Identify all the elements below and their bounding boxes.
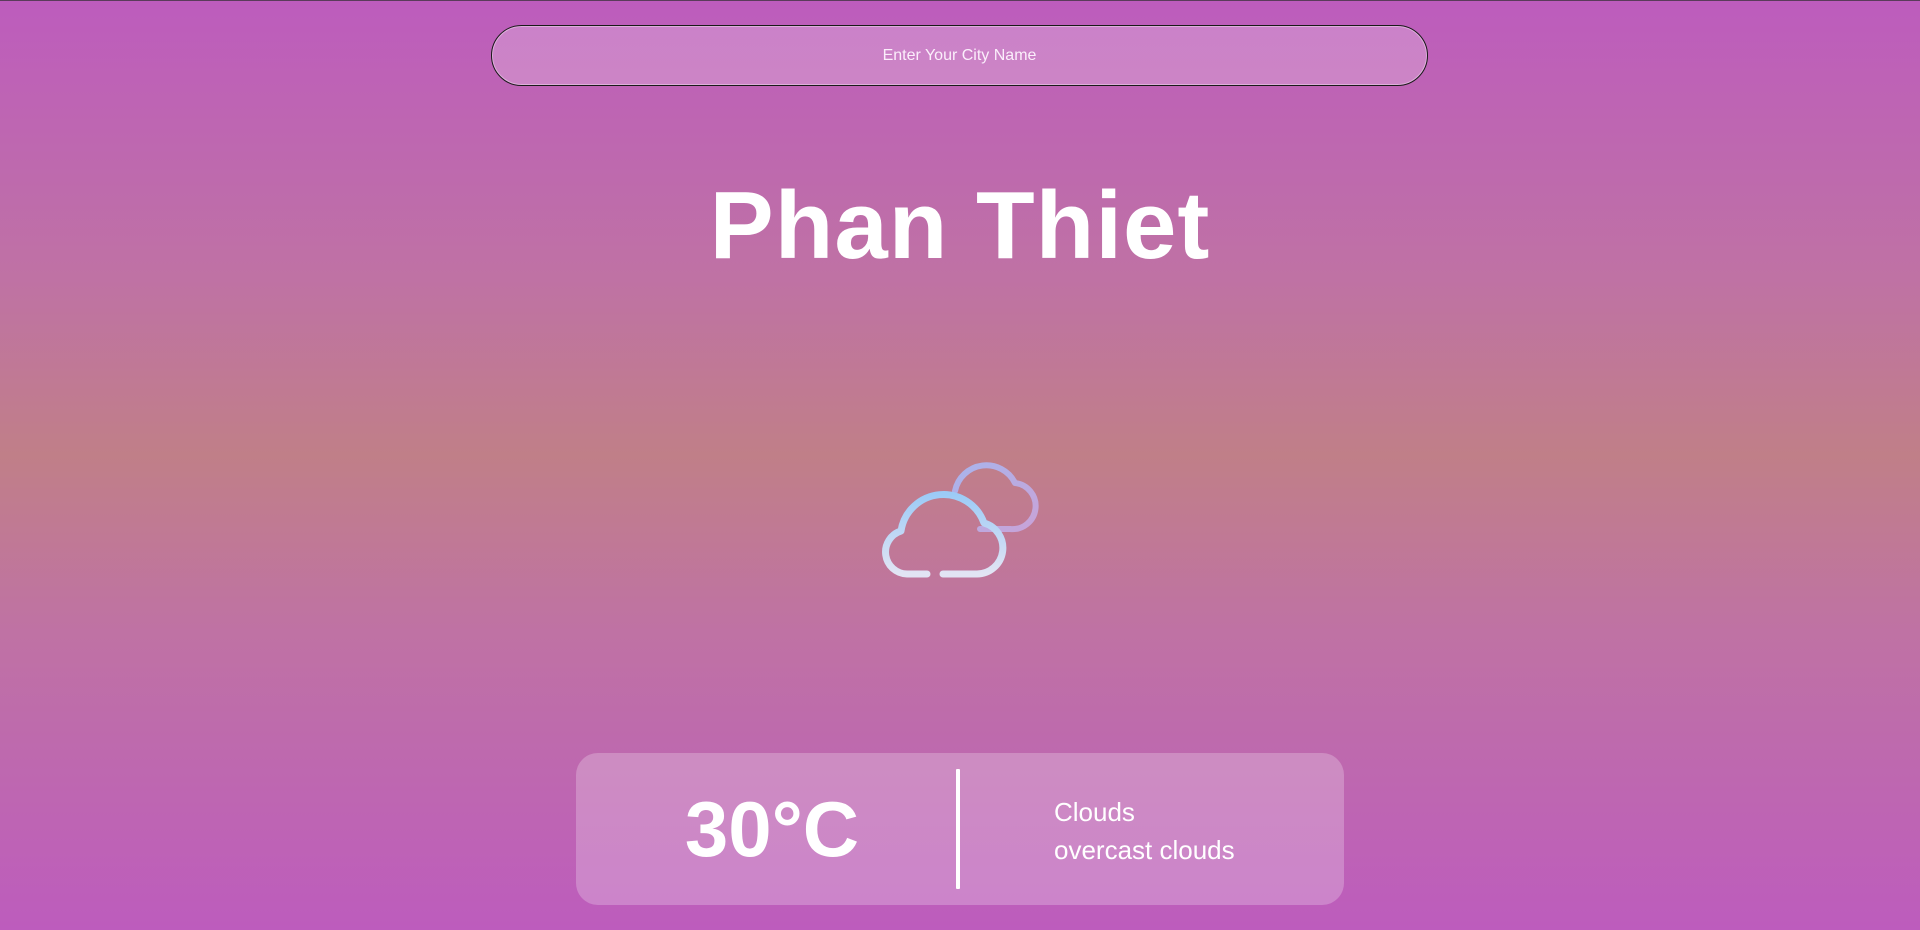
weather-info-card: 30°C Clouds overcast clouds xyxy=(576,753,1344,905)
city-name: Phan Thiet xyxy=(709,172,1211,279)
search-bar[interactable] xyxy=(491,25,1428,86)
weather-description: overcast clouds xyxy=(1054,835,1235,865)
card-divider xyxy=(956,769,960,889)
weather-main: Clouds xyxy=(1054,797,1135,827)
city-search-input[interactable] xyxy=(492,25,1427,86)
temperature-value: 30°C xyxy=(684,784,860,873)
partly-cloudy-icon xyxy=(860,441,1060,591)
weather-description-block: Clouds overcast clouds xyxy=(1054,793,1235,869)
